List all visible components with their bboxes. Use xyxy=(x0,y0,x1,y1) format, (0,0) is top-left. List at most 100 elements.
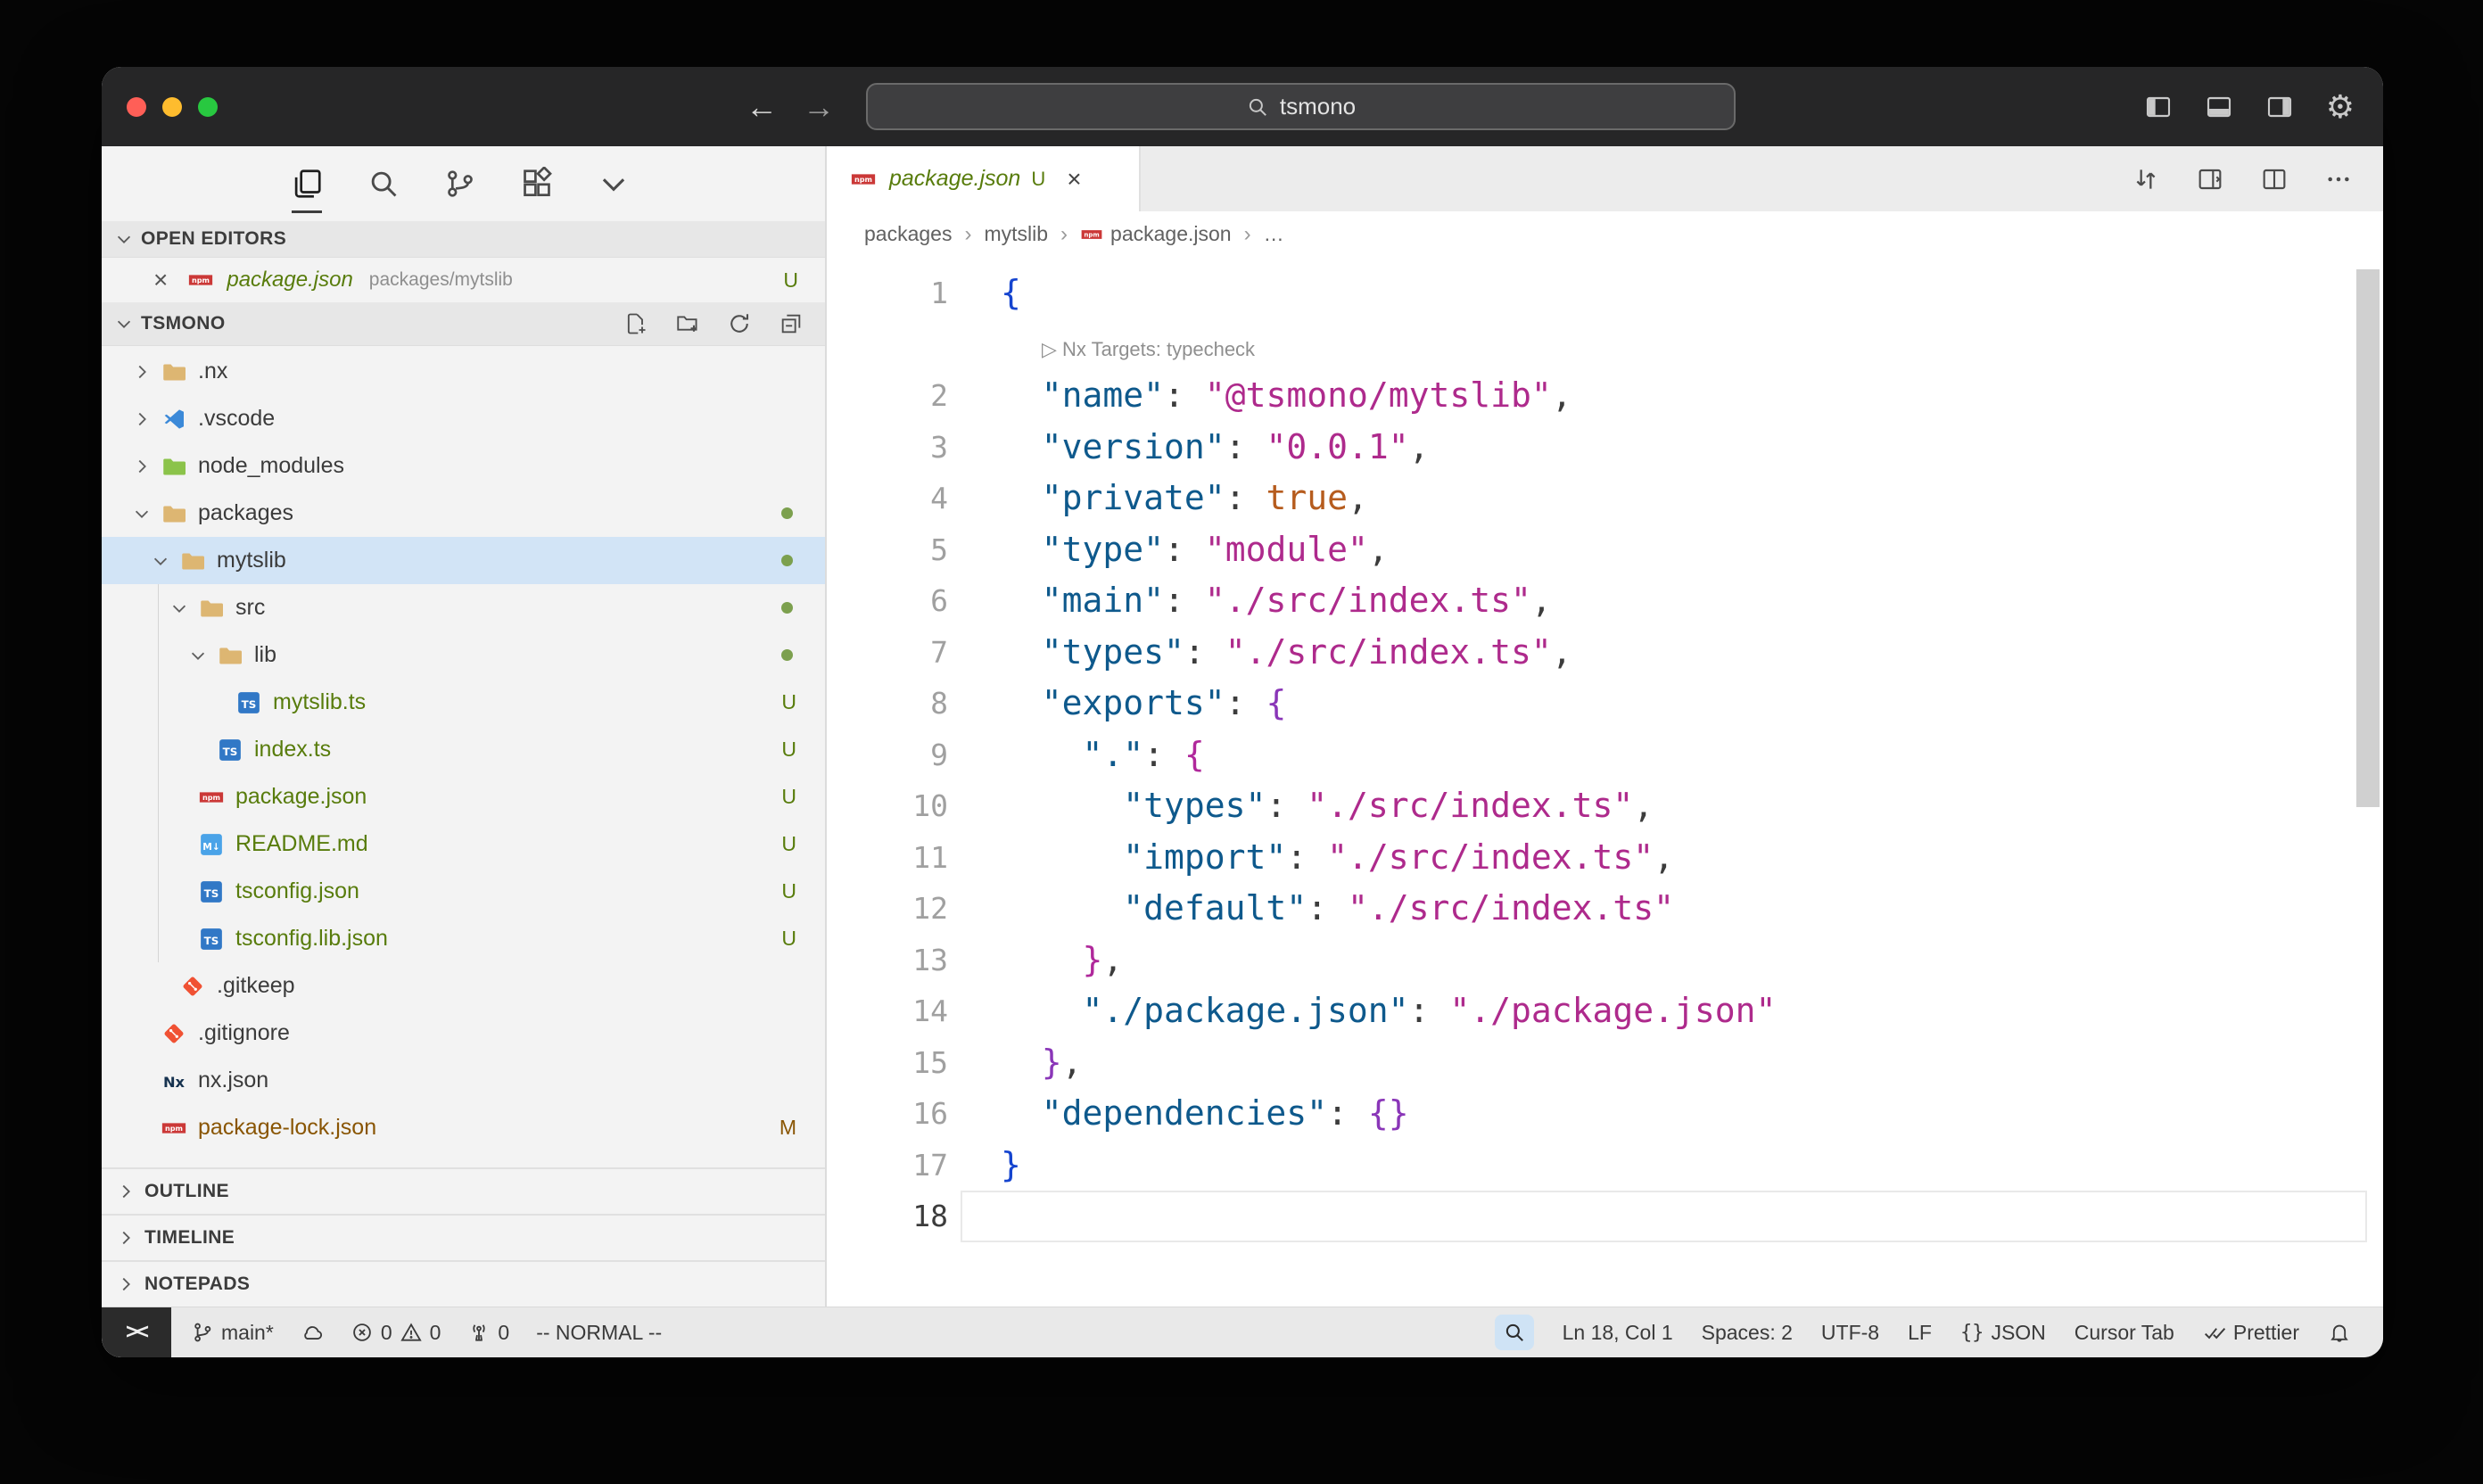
git-status-badge: U xyxy=(781,927,796,951)
tree-item-nx[interactable]: .nx xyxy=(102,348,825,395)
tree-item-label: node_modules xyxy=(198,453,344,479)
tree-item-gitignore[interactable]: .gitignore xyxy=(102,1010,825,1057)
code-line-4[interactable]: 4 "private": true, xyxy=(827,473,2383,524)
split-editor-icon[interactable] xyxy=(2260,165,2289,194)
new-folder-icon[interactable] xyxy=(675,311,700,336)
panel-header-notepads[interactable]: NOTEPADS xyxy=(102,1260,825,1307)
navigate-back-button[interactable]: ← xyxy=(746,91,778,123)
status-zoom-indicator[interactable] xyxy=(1495,1315,1534,1350)
status-sync[interactable] xyxy=(301,1321,324,1344)
tree-item-lib[interactable]: lib xyxy=(102,631,825,679)
status-notifications[interactable] xyxy=(2328,1321,2351,1344)
panel-bottom-icon[interactable] xyxy=(2205,93,2233,121)
code-editor[interactable]: 1{ ▷ Nx Targets: typecheck 2 "name": "@tsm… xyxy=(827,257,2383,1307)
status-cursor-tab[interactable]: Cursor Tab xyxy=(2075,1321,2174,1345)
scrollbar[interactable] xyxy=(2356,269,2380,807)
status-problems[interactable]: 00 xyxy=(351,1321,441,1345)
status-formatter[interactable]: Prettier xyxy=(2203,1321,2299,1345)
status-cursor-position[interactable]: Ln 18, Col 1 xyxy=(1563,1321,1673,1345)
tree-item-readme-md[interactable]: M↓README.mdU xyxy=(102,820,825,868)
refresh-icon[interactable] xyxy=(727,311,752,336)
tree-item-index-ts[interactable]: TSindex.tsU xyxy=(102,726,825,773)
code-line-17[interactable]: 17} xyxy=(827,1140,2383,1191)
code-line-2[interactable]: 2 "name": "@tsmono/mytslib", xyxy=(827,370,2383,422)
tree-item-mytslib-ts[interactable]: TSmytslib.tsU xyxy=(102,679,825,726)
code-line-1[interactable]: 1{ xyxy=(827,268,2383,319)
tree-item-vscode[interactable]: .vscode xyxy=(102,395,825,442)
status-eol[interactable]: LF xyxy=(1908,1321,1932,1345)
code-line-15[interactable]: 15 }, xyxy=(827,1037,2383,1089)
tree-item-tsconfig-json[interactable]: TStsconfig.jsonU xyxy=(102,868,825,915)
extensions-icon[interactable] xyxy=(516,162,558,205)
tree-item-tsconfig-lib-json[interactable]: TStsconfig.lib.jsonU xyxy=(102,915,825,962)
more-actions-icon[interactable] xyxy=(2324,165,2353,194)
tree-item-package-lock-json[interactable]: npmpackage-lock.jsonM xyxy=(102,1104,825,1151)
code-line-14[interactable]: 14 "./package.json": "./package.json" xyxy=(827,985,2383,1037)
tree-item-src[interactable]: src xyxy=(102,584,825,631)
code-line-10[interactable]: 10 "types": "./src/index.ts", xyxy=(827,780,2383,832)
navigate-forward-button[interactable]: → xyxy=(803,91,835,123)
panel-left-icon[interactable] xyxy=(2144,93,2173,121)
code-line-3[interactable]: 3 "version": "0.0.1", xyxy=(827,422,2383,474)
tree-item-packages[interactable]: packages xyxy=(102,490,825,537)
code-line-12[interactable]: 12 "default": "./src/index.ts" xyxy=(827,883,2383,935)
breadcrumb-item-[interactable]: … xyxy=(1264,222,1284,246)
code-line-11[interactable]: 11 "import": "./src/index.ts", xyxy=(827,832,2383,884)
close-editor-icon[interactable]: × xyxy=(153,268,168,293)
status-encoding[interactable]: UTF-8 xyxy=(1821,1321,1879,1345)
svg-text:M↓: M↓ xyxy=(202,840,219,852)
svg-text:TS: TS xyxy=(223,745,238,757)
breadcrumb-item-mytslib[interactable]: mytslib xyxy=(984,222,1048,246)
close-window-button[interactable] xyxy=(127,97,146,117)
zoom-window-button[interactable] xyxy=(198,97,218,117)
chevron-right-icon xyxy=(128,362,155,382)
explorer-header[interactable]: TSMONO xyxy=(102,302,825,346)
tab-close-icon[interactable]: × xyxy=(1067,167,1081,192)
panel-right-icon[interactable] xyxy=(2265,93,2294,121)
toggle-layout-icon[interactable] xyxy=(2196,165,2224,194)
more-icon[interactable] xyxy=(592,162,635,205)
status-ports[interactable]: 0 xyxy=(467,1321,509,1345)
breadcrumb-item-package-json[interactable]: npmpackage.json xyxy=(1080,222,1232,246)
codelens-nx-targets[interactable]: ▷ Nx Targets: typecheck xyxy=(1042,338,1255,360)
code-line-9[interactable]: 9 ".": { xyxy=(827,730,2383,781)
settings-gear-icon[interactable]: ⚙ xyxy=(2326,91,2355,123)
source-control-icon[interactable] xyxy=(439,162,482,205)
command-center-search[interactable]: tsmono xyxy=(866,83,1736,130)
tree-item-node-modules[interactable]: node_modules xyxy=(102,442,825,490)
minimize-window-button[interactable] xyxy=(162,97,182,117)
code-line-6[interactable]: 6 "main": "./src/index.ts", xyxy=(827,575,2383,627)
tree-item-nx-json[interactable]: Nxnx.json xyxy=(102,1057,825,1104)
panel-header-timeline[interactable]: TIMELINE xyxy=(102,1214,825,1260)
npm-icon: npm xyxy=(848,164,879,194)
collapse-all-icon[interactable] xyxy=(779,311,804,336)
tree-item-mytslib[interactable]: mytslib xyxy=(102,537,825,584)
tree-item-gitkeep[interactable]: .gitkeep xyxy=(102,962,825,1010)
git-modified-dot xyxy=(781,649,793,661)
codelens-label: Nx Targets: typecheck xyxy=(1062,338,1255,360)
code-line-13[interactable]: 13 }, xyxy=(827,935,2383,986)
code-line-8[interactable]: 8 "exports": { xyxy=(827,678,2383,730)
status-text: LF xyxy=(1908,1321,1932,1345)
open-editors-header[interactable]: OPEN EDITORS xyxy=(102,221,825,258)
status-git-branch[interactable]: main* xyxy=(191,1321,274,1345)
panel-header-outline[interactable]: OUTLINE xyxy=(102,1167,825,1214)
status-indentation[interactable]: Spaces: 2 xyxy=(1702,1321,1793,1345)
git-status-badge: U xyxy=(783,268,798,293)
breadcrumb-item-packages[interactable]: packages xyxy=(864,222,952,246)
open-editor-item[interactable]: ×npmpackage.jsonpackages/mytslibU xyxy=(102,258,825,302)
explorer-icon[interactable] xyxy=(285,162,328,205)
ts-icon: TS xyxy=(215,735,245,765)
open-changes-icon[interactable] xyxy=(2132,165,2160,194)
new-file-icon[interactable] xyxy=(623,311,648,336)
status-vim-mode[interactable]: -- NORMAL -- xyxy=(536,1321,662,1345)
code-line-18[interactable]: 18 xyxy=(827,1191,2383,1242)
code-line-5[interactable]: 5 "type": "module", xyxy=(827,524,2383,576)
code-line-16[interactable]: 16 "dependencies": {} xyxy=(827,1088,2383,1140)
status-language-mode[interactable]: {}JSON xyxy=(1960,1321,2046,1345)
code-line-7[interactable]: 7 "types": "./src/index.ts", xyxy=(827,627,2383,679)
tab-package-json[interactable]: npm package.json U × xyxy=(827,146,1141,211)
search-icon[interactable] xyxy=(362,162,405,205)
remote-indicator[interactable]: >< xyxy=(102,1307,171,1357)
tree-item-package-json[interactable]: npmpackage.jsonU xyxy=(102,773,825,820)
